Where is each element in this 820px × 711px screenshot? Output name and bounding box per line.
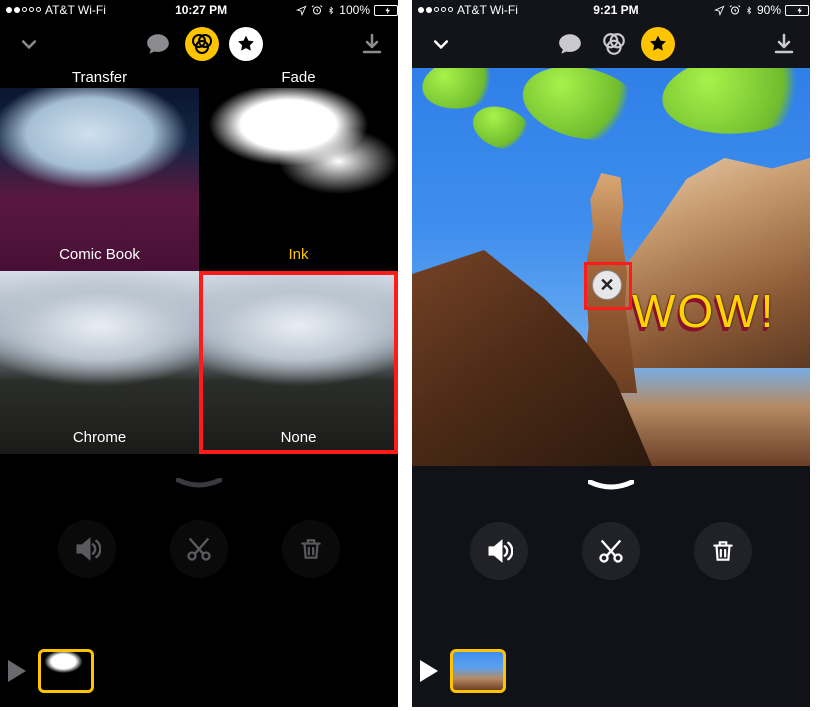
clock: 10:27 PM — [175, 3, 227, 17]
filters-button[interactable] — [597, 27, 631, 61]
alarm-icon — [729, 4, 741, 16]
speech-bubble-button[interactable] — [141, 27, 175, 61]
close-icon: ✕ — [599, 275, 614, 296]
battery-icon — [374, 5, 392, 16]
filter-label: None — [199, 429, 398, 446]
filter-label: Comic Book — [0, 246, 199, 263]
timeline — [8, 649, 94, 693]
sound-button[interactable] — [470, 522, 528, 580]
top-toolbar — [412, 20, 810, 68]
drawer-handle[interactable] — [412, 480, 810, 494]
sticker-text[interactable]: WOW! — [632, 284, 775, 338]
sticker-close-button[interactable]: ✕ — [592, 270, 622, 300]
location-icon — [296, 5, 307, 16]
battery-icon — [785, 5, 804, 16]
bluetooth-icon — [327, 4, 335, 17]
filter-label: Chrome — [0, 429, 199, 446]
drawer-handle[interactable] — [0, 478, 398, 492]
delete-button[interactable] — [282, 520, 340, 578]
bluetooth-icon — [745, 4, 753, 17]
collapse-button[interactable] — [14, 34, 44, 54]
phone-right: AT&T Wi-Fi 9:21 PM 90% — [412, 0, 810, 707]
signal-dots-icon — [6, 7, 41, 13]
filter-tile-chrome[interactable]: Chrome — [0, 271, 199, 454]
status-bar: AT&T Wi-Fi 10:27 PM 100% — [0, 0, 398, 20]
play-button[interactable] — [8, 660, 26, 682]
signal-dots-icon — [418, 7, 453, 13]
filter-tile-none[interactable]: None — [199, 271, 398, 454]
phone-left: AT&T Wi-Fi 10:27 PM 100% — [0, 0, 398, 707]
filter-tile-ink[interactable]: Ink — [199, 88, 398, 271]
speech-bubble-button[interactable] — [553, 27, 587, 61]
video-preview[interactable]: WOW! ✕ — [412, 68, 810, 466]
filter-tile-comic-book[interactable]: Comic Book — [0, 88, 199, 271]
carrier-label: AT&T Wi-Fi — [457, 3, 518, 17]
stickers-button[interactable] — [229, 27, 263, 61]
download-button[interactable] — [360, 31, 384, 57]
cut-button[interactable] — [170, 520, 228, 578]
download-button[interactable] — [772, 31, 796, 57]
clip-actions — [412, 522, 810, 580]
status-bar: AT&T Wi-Fi 9:21 PM 90% — [412, 0, 810, 20]
sound-button[interactable] — [58, 520, 116, 578]
battery-percent: 100% — [339, 3, 370, 17]
cut-button[interactable] — [582, 522, 640, 580]
filter-label-fade[interactable]: Fade — [199, 68, 398, 88]
location-icon — [714, 5, 725, 16]
clock: 9:21 PM — [593, 3, 638, 17]
clip-actions — [0, 520, 398, 578]
filters-button[interactable] — [185, 27, 219, 61]
play-button[interactable] — [420, 660, 438, 682]
battery-percent: 90% — [757, 3, 781, 17]
timeline — [420, 649, 506, 693]
alarm-icon — [311, 4, 323, 16]
carrier-label: AT&T Wi-Fi — [45, 3, 106, 17]
stickers-button[interactable] — [641, 27, 675, 61]
clip-thumbnail[interactable] — [450, 649, 506, 693]
delete-button[interactable] — [694, 522, 752, 580]
filter-label: Ink — [199, 246, 398, 263]
collapse-button[interactable] — [426, 34, 456, 54]
top-toolbar — [0, 20, 398, 68]
filter-label-transfer[interactable]: Transfer — [0, 68, 199, 88]
clip-thumbnail[interactable] — [38, 649, 94, 693]
filter-grid: Transfer Fade Comic Book Ink Chrome None — [0, 68, 398, 454]
